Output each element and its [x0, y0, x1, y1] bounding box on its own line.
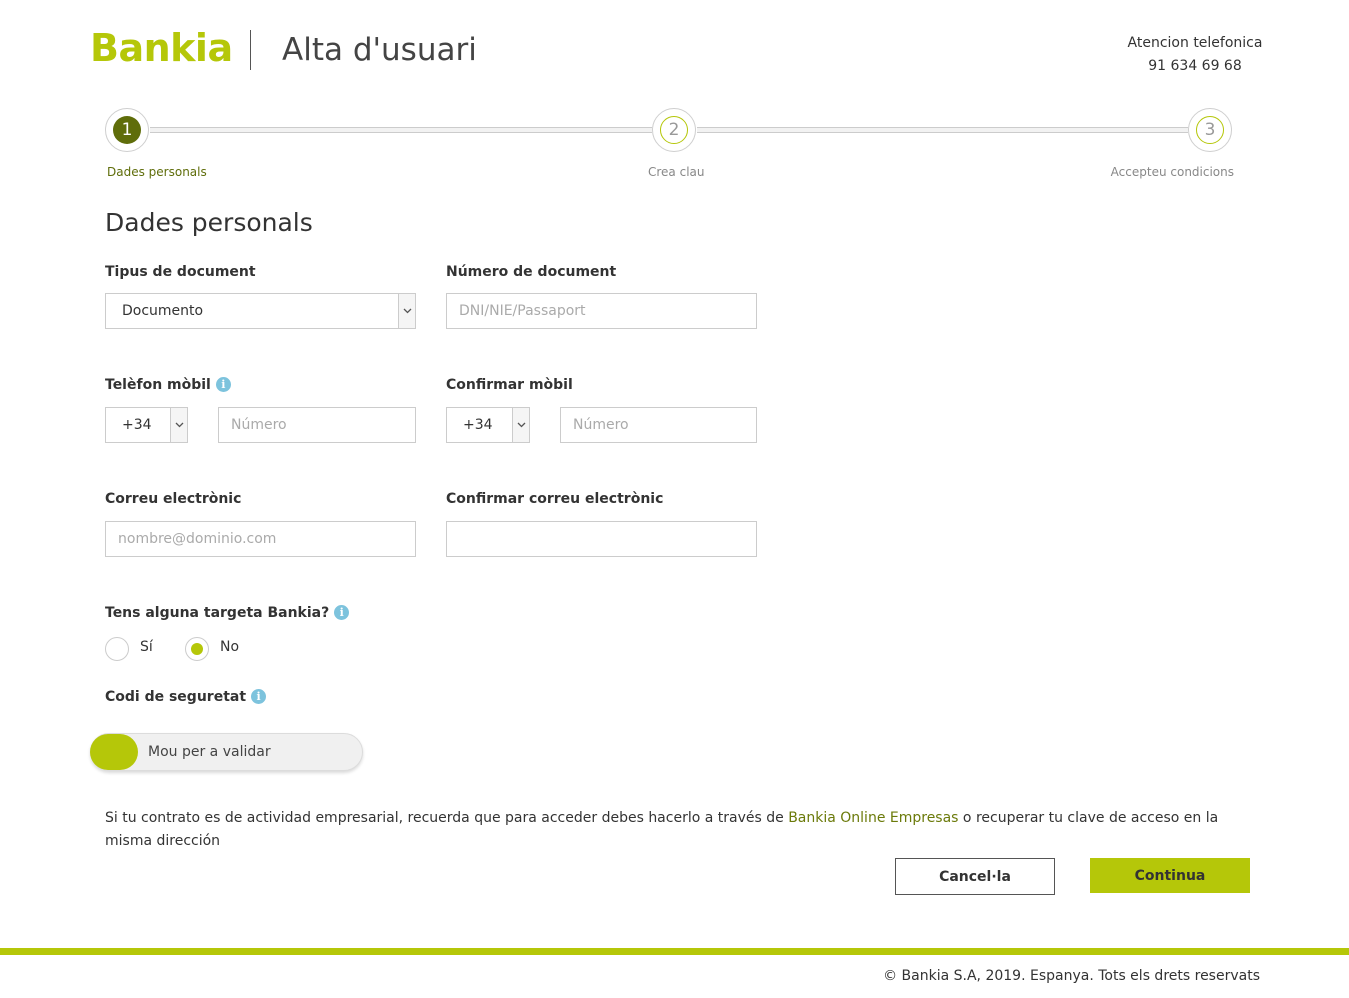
confirm-mobile-number-input[interactable]: Número [560, 407, 757, 443]
radio-no[interactable] [185, 637, 209, 661]
step-connector-1 [150, 127, 652, 133]
has-card-label-text: Tens alguna targeta Bankia? [105, 605, 330, 621]
document-number-label: Número de document [446, 264, 617, 280]
radio-yes-label[interactable]: Sí [140, 639, 153, 655]
footer-bar [0, 948, 1349, 955]
copyright: © Bankia S.A, 2019. Espanya. Tots els dr… [883, 968, 1260, 984]
mobile-label-text: Telèfon mòbil [105, 377, 211, 393]
section-title: Dades personals [105, 208, 313, 237]
document-number-input[interactable]: DNI/NIE/Passaport [446, 293, 757, 329]
contact-phone: 91 634 69 68 [1148, 58, 1242, 74]
contact-title: Atencion telefonica [1127, 35, 1263, 51]
step-3-label: Accepteu condicions [1110, 165, 1234, 179]
info-icon[interactable]: i [334, 605, 350, 620]
chevron-down-icon [512, 408, 529, 442]
mobile-prefix-value: +34 [122, 417, 152, 433]
bankia-logo: Bankia [90, 26, 233, 70]
header-divider [250, 30, 251, 70]
document-type-value: Documento [122, 303, 204, 319]
email-label: Correu electrònic [105, 491, 242, 507]
chevron-down-icon [398, 294, 415, 328]
bankia-online-empresas-link[interactable]: Bankia Online Empresas [788, 810, 958, 826]
step-3: 3 [1188, 108, 1232, 152]
email-input[interactable]: nombre@dominio.com [105, 521, 416, 557]
confirm-mobile-prefix-value: +34 [463, 417, 493, 433]
info-icon[interactable]: i [215, 377, 231, 392]
step-1: 1 [105, 108, 149, 152]
cancel-button[interactable]: Cancel·la [895, 858, 1055, 895]
chevron-down-icon [170, 408, 187, 442]
document-type-label: Tipus de document [105, 264, 256, 280]
step-2-number: 2 [660, 116, 688, 144]
slider-text: Mou per a validar [148, 744, 271, 760]
notice-text-before: Si tu contrato es de actividad empresari… [105, 810, 789, 826]
info-icon[interactable]: i [251, 689, 267, 704]
security-code-label-text: Codi de seguretat [105, 689, 247, 705]
confirm-email-label: Confirmar correu electrònic [446, 491, 664, 507]
confirm-mobile-prefix-select[interactable]: +34 [446, 407, 530, 443]
mobile-prefix-select[interactable]: +34 [105, 407, 188, 443]
step-2-label: Crea clau [648, 165, 705, 179]
step-1-number: 1 [113, 116, 141, 144]
radio-no-label[interactable]: No [220, 639, 239, 655]
has-card-label: Tens alguna targeta Bankia? i [105, 605, 350, 621]
radio-selected-dot [191, 643, 203, 655]
confirm-email-input[interactable] [446, 521, 757, 557]
page-title: Alta d'usuari [282, 32, 477, 68]
step-1-label: Dades personals [107, 165, 207, 179]
confirm-mobile-label: Confirmar mòbil [446, 377, 573, 393]
step-2: 2 [652, 108, 696, 152]
step-3-number: 3 [1196, 116, 1224, 144]
mobile-label: Telèfon mòbil i [105, 377, 231, 393]
step-connector-2 [697, 127, 1188, 133]
radio-yes[interactable] [105, 637, 129, 661]
mobile-number-input[interactable]: Número [218, 407, 416, 443]
security-code-label: Codi de seguretat i [105, 689, 267, 705]
document-type-select[interactable]: Documento [105, 293, 416, 329]
slider-handle[interactable] [90, 734, 138, 770]
continue-button[interactable]: Continua [1090, 858, 1250, 893]
business-notice: Si tu contrato es de actividad empresari… [105, 807, 1225, 853]
